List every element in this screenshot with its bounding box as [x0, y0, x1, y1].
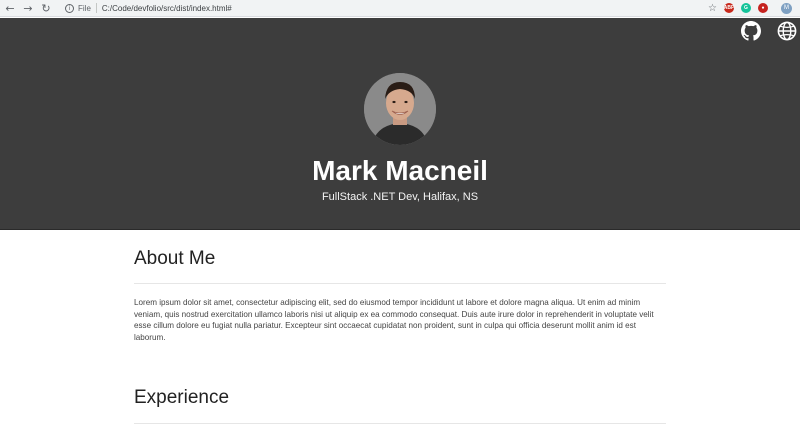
forward-icon[interactable]: → [19, 0, 37, 17]
profile-photo-image [364, 73, 436, 145]
profile-avatar[interactable]: M [781, 2, 792, 14]
grammarly-extension-icon[interactable]: G [741, 3, 751, 13]
file-label: File [78, 3, 91, 13]
about-divider [134, 283, 666, 284]
globe-icon[interactable] [777, 21, 797, 41]
shield-extension-icon[interactable]: ● [758, 3, 768, 13]
about-heading: About Me [134, 248, 216, 269]
browser-toolbar: ← → ↻ i File C:/Code/devfolio/src/dist/i… [0, 0, 800, 17]
github-icon[interactable] [741, 21, 761, 41]
experience-heading: Experience [134, 387, 230, 408]
bookmark-star-icon[interactable]: ☆ [708, 3, 717, 14]
adblock-extension-icon[interactable]: ABP [724, 3, 734, 13]
about-paragraph: Lorem ipsum dolor sit amet, consectetur … [134, 298, 654, 342]
profile-name: Mark Macneil [312, 155, 488, 186]
address-separator [95, 3, 97, 13]
back-icon[interactable]: ← [1, 0, 19, 17]
reload-icon[interactable]: ↻ [37, 0, 55, 17]
hero-header: Mark Macneil FullStack .NET Dev, Halifax… [0, 18, 800, 230]
profile-photo [364, 73, 436, 145]
experience-divider [134, 423, 666, 424]
info-icon[interactable]: i [65, 3, 74, 13]
social-links [741, 21, 797, 41]
address-bar-url[interactable]: C:/Code/devfolio/src/dist/index.html# [102, 4, 232, 13]
profile-tagline: FullStack .NET Dev, Halifax, NS [321, 191, 479, 203]
